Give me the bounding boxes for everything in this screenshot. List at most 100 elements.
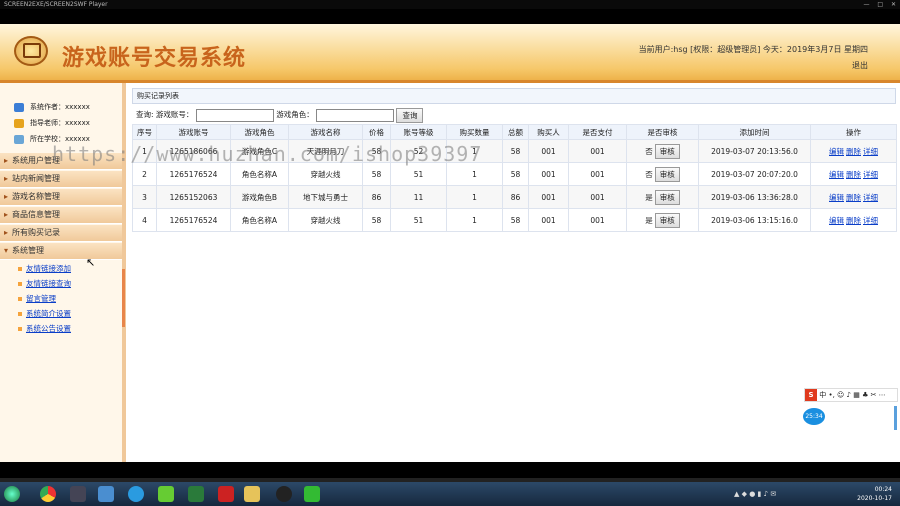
sub-item-link-add[interactable]: 友情链接添加 bbox=[0, 261, 122, 276]
account-label: 游戏账号： bbox=[155, 110, 194, 119]
cell-game: 地下城与勇士 bbox=[288, 185, 363, 209]
qq-icon[interactable] bbox=[276, 486, 292, 502]
cell-total: 58 bbox=[502, 208, 529, 232]
menu-group-system[interactable]: ▾ 系统管理 bbox=[0, 243, 122, 260]
chevron-right-icon: ▸ bbox=[4, 156, 9, 165]
logout-link[interactable]: 退出 bbox=[852, 60, 868, 71]
sub-item-intro[interactable]: 系统简介设置 bbox=[0, 306, 122, 321]
cell-role: 游戏角色B bbox=[230, 185, 289, 209]
sub-item-link-query[interactable]: 友情链接查询 bbox=[0, 276, 122, 291]
cell-audit: 否审核 bbox=[626, 162, 699, 186]
delete-link[interactable]: 删除 bbox=[846, 147, 861, 156]
sub-item-label: 留言管理 bbox=[26, 294, 56, 303]
menu-group-products[interactable]: ▸ 商品信息管理 bbox=[0, 207, 122, 224]
cell-ops: 编辑 删除 详细 bbox=[810, 208, 897, 232]
edge-scroll-indicator[interactable] bbox=[894, 406, 897, 430]
flash-icon[interactable] bbox=[218, 486, 234, 502]
logo-icon bbox=[14, 36, 48, 66]
maximize-icon[interactable]: □ bbox=[877, 1, 883, 8]
cell-price: 58 bbox=[362, 208, 391, 232]
menu-group-games[interactable]: ▸ 游戏名称管理 bbox=[0, 189, 122, 206]
app-icon[interactable] bbox=[158, 486, 174, 502]
ime-toolbar[interactable]: S 中 •, ☺ ♪ ▦ ♣ ✂ ⋯ bbox=[804, 388, 898, 402]
account-input[interactable] bbox=[195, 108, 274, 122]
edit-link[interactable]: 编辑 bbox=[829, 170, 844, 179]
audit-button[interactable]: 审核 bbox=[654, 212, 680, 228]
tray-icons[interactable]: ▲ ◆ ● ▮ ♪ ✉ bbox=[734, 490, 776, 498]
detail-link[interactable]: 详细 bbox=[863, 170, 878, 179]
col-header: 游戏账号 bbox=[156, 124, 231, 140]
audit-status: 是 bbox=[645, 215, 653, 225]
minimize-icon[interactable]: — bbox=[863, 1, 869, 8]
edit-link[interactable]: 编辑 bbox=[829, 147, 844, 156]
cell-level: 51 bbox=[390, 208, 447, 232]
audit-button[interactable]: 审核 bbox=[654, 166, 680, 182]
network-icon[interactable] bbox=[98, 486, 114, 502]
edit-link[interactable]: 编辑 bbox=[829, 216, 844, 225]
audit-status: 否 bbox=[645, 169, 653, 179]
audit-button[interactable]: 审核 bbox=[654, 189, 680, 205]
cell-buyer: 001 bbox=[528, 139, 569, 163]
detail-link[interactable]: 详细 bbox=[863, 147, 878, 156]
cell-paid: 001 bbox=[568, 139, 627, 163]
sub-item-label: 友情链接查询 bbox=[26, 279, 71, 288]
chevron-right-icon: ▸ bbox=[4, 228, 9, 237]
cell-audit: 否审核 bbox=[626, 139, 699, 163]
folder-icon[interactable] bbox=[244, 486, 260, 502]
cell-paid: 001 bbox=[568, 208, 627, 232]
tray-clock[interactable]: 00:24 2020-10-17 bbox=[857, 485, 892, 503]
delete-link[interactable]: 删除 bbox=[846, 170, 861, 179]
cell-account: 1265176524 bbox=[156, 208, 231, 232]
cell-time: 2019-03-07 20:07:20.0 bbox=[698, 162, 811, 186]
delete-link[interactable]: 删除 bbox=[846, 216, 861, 225]
col-header: 总额 bbox=[502, 124, 529, 140]
user-status: 当前用户:hsg [权限：超级管理员] 今天：2019年3月7日 星期四 bbox=[638, 45, 868, 54]
detail-link[interactable]: 详细 bbox=[863, 216, 878, 225]
chevron-right-icon: ▸ bbox=[4, 174, 9, 183]
detail-link[interactable]: 详细 bbox=[863, 193, 878, 202]
time-bubble: 25:34 bbox=[803, 408, 825, 425]
cell-game: 穿越火线 bbox=[288, 208, 363, 232]
browser-icon[interactable] bbox=[128, 486, 144, 502]
menu-group-purchases[interactable]: ▸ 所有购买记录 bbox=[0, 225, 122, 242]
sogou-icon[interactable]: S bbox=[805, 389, 817, 401]
cell-audit: 是审核 bbox=[626, 208, 699, 232]
chevron-right-icon: ▸ bbox=[4, 192, 9, 201]
terminal-icon[interactable] bbox=[70, 486, 86, 502]
bullet-icon bbox=[18, 327, 22, 331]
school-icon bbox=[14, 134, 24, 144]
editor-icon[interactable] bbox=[188, 486, 204, 502]
chrome-icon[interactable] bbox=[40, 486, 56, 502]
role-label: 游戏角色： bbox=[276, 110, 314, 119]
role-input[interactable] bbox=[316, 108, 395, 122]
cell-level: 11 bbox=[390, 185, 447, 209]
player-title-bar: SCREEN2EXE/SCREEN2SWF Player — □ ✕ bbox=[0, 0, 900, 9]
sub-item-notice[interactable]: 系统公告设置 bbox=[0, 321, 122, 336]
bullet-icon bbox=[18, 282, 22, 286]
cell-account: 1265152063 bbox=[156, 185, 231, 209]
audit-status: 是 bbox=[645, 192, 653, 202]
edit-link[interactable]: 编辑 bbox=[829, 193, 844, 202]
menu-group-news[interactable]: ▸ 站内新闻管理 bbox=[0, 171, 122, 188]
col-header: 游戏名称 bbox=[288, 124, 363, 140]
mouse-cursor-icon: ↖ bbox=[86, 256, 96, 269]
bullet-icon bbox=[18, 267, 22, 271]
player-icon[interactable] bbox=[304, 486, 320, 502]
search-button[interactable]: 查询 bbox=[396, 107, 424, 123]
app-title: 游戏账号交易系统 bbox=[62, 45, 247, 71]
sidebar-splitter[interactable] bbox=[122, 269, 125, 327]
start-icon[interactable] bbox=[4, 486, 20, 502]
col-header: 是否支付 bbox=[568, 124, 627, 140]
sub-item-messages[interactable]: 留言管理 bbox=[0, 291, 122, 306]
info-author-label: 系统作者：xxxxxx bbox=[30, 103, 90, 111]
ime-options[interactable]: 中 •, ☺ ♪ ▦ ♣ ✂ ⋯ bbox=[819, 391, 885, 399]
close-icon[interactable]: ✕ bbox=[891, 1, 896, 8]
cell-time: 2019-03-06 13:15:16.0 bbox=[698, 208, 811, 232]
table-row: 4 1265176524 角色名称A 穿越火线 58 51 1 58 001 0… bbox=[132, 208, 897, 232]
info-teacher: 指导老师：xxxxxx bbox=[14, 115, 122, 131]
tray-date: 2020-10-17 bbox=[857, 495, 892, 502]
cell-price: 86 bbox=[362, 185, 391, 209]
delete-link[interactable]: 删除 bbox=[846, 193, 861, 202]
audit-button[interactable]: 审核 bbox=[654, 143, 680, 159]
purchase-table: 序号 游戏账号 游戏角色 游戏名称 价格 账号等级 购买数量 总额 购买人 是否… bbox=[132, 124, 897, 232]
